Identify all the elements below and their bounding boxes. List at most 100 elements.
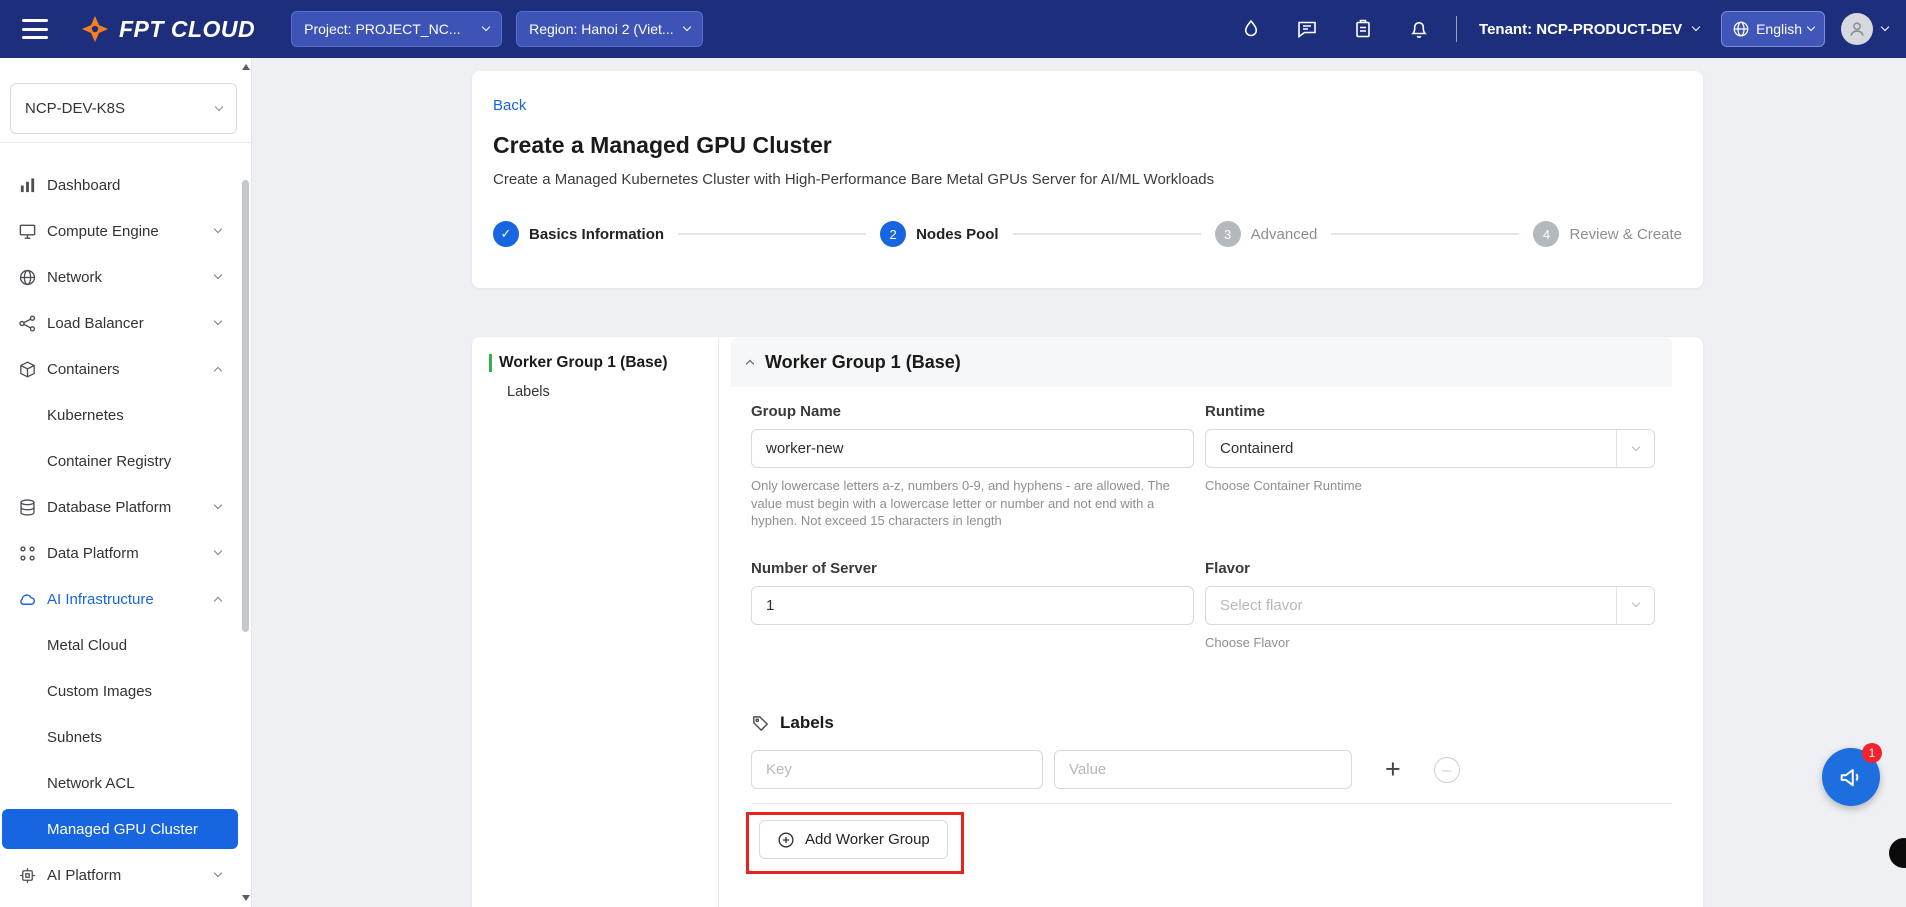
step-number: 2 [880, 221, 906, 247]
number-of-server-label: Number of Server [751, 560, 1194, 577]
chevron-up-icon [214, 367, 222, 375]
dashboard-icon [18, 176, 37, 195]
labels-title: Labels [780, 713, 834, 733]
worker-group-panel-title: Worker Group 1 (Base) [765, 352, 961, 373]
worker-group-form: Group Name Only lowercase letters a-z, n… [731, 387, 1672, 859]
group-name-input[interactable] [751, 429, 1194, 468]
step-basics-information[interactable]: ✓ Basics Information [493, 221, 664, 247]
user-menu[interactable] [1841, 13, 1888, 45]
flavor-select[interactable]: Select flavor [1205, 586, 1655, 625]
sidebar-item-compute-engine[interactable]: Compute Engine [0, 208, 251, 254]
step-review-create[interactable]: 4 Review & Create [1533, 221, 1682, 247]
project-label: Project: PROJECT_NC... [304, 21, 460, 37]
bell-icon[interactable] [1408, 18, 1430, 40]
sidebar-scrollbar[interactable] [241, 58, 250, 907]
stepper-connector [1013, 233, 1201, 235]
runtime-value: Containerd [1206, 440, 1307, 457]
network-globe-icon [18, 268, 37, 287]
sidebar: NCP-DEV-K8S Dashboard Compute Engine Net… [0, 58, 252, 907]
page-subtitle: Create a Managed Kubernetes Cluster with… [493, 171, 1682, 188]
main-content: Back Create a Managed GPU Cluster Create… [252, 58, 1906, 907]
sidebar-item-ai-platform[interactable]: AI Platform [0, 852, 251, 898]
globe-icon [1732, 20, 1750, 38]
group-name-help: Only lowercase letters a-z, numbers 0-9,… [751, 477, 1194, 530]
collapse-chevron-up-icon[interactable] [746, 360, 754, 368]
chevron-down-icon [215, 102, 223, 110]
scroll-up-arrow[interactable] [242, 64, 250, 70]
plus-circle-icon [777, 831, 795, 849]
label-key-input[interactable] [751, 750, 1043, 789]
survey-clipboard-icon[interactable] [1352, 18, 1374, 40]
worker-group-panel: Worker Group 1 (Base) Group Name Only lo… [731, 337, 1672, 907]
remove-label-minus-circle-icon[interactable]: – [1434, 757, 1460, 783]
sidebar-divider [0, 142, 251, 143]
step-advanced[interactable]: 3 Advanced [1215, 221, 1318, 247]
announcement-fab[interactable]: 1 [1822, 748, 1880, 806]
label-key-value-row: + – [751, 750, 1672, 789]
worker-group-panel-header[interactable]: Worker Group 1 (Base) [731, 337, 1672, 387]
sidebar-item-kubernetes[interactable]: Kubernetes [0, 392, 251, 438]
avatar [1841, 13, 1873, 45]
sidebar-item-network[interactable]: Network [0, 254, 251, 300]
database-icon [18, 498, 37, 517]
section-divider [751, 803, 1672, 804]
runtime-select[interactable]: Containerd [1205, 429, 1655, 468]
add-label-plus-icon[interactable]: + [1385, 756, 1401, 783]
scrollbar-thumb[interactable] [242, 180, 249, 632]
step-number: 3 [1215, 221, 1241, 247]
sidebar-item-subnets[interactable]: Subnets [0, 714, 251, 760]
sidebar-item-database-platform[interactable]: Database Platform [0, 484, 251, 530]
sidebar-item-ai-infrastructure[interactable]: AI Infrastructure [0, 576, 251, 622]
sidebar-item-containers[interactable]: Containers [0, 346, 251, 392]
labels-section: Labels + – [751, 713, 1672, 789]
sidebar-item-dashboard[interactable]: Dashboard [0, 162, 251, 208]
containers-box-icon [18, 360, 37, 379]
tenant-label: Tenant: NCP-PRODUCT-DEV [1479, 21, 1682, 38]
sidebar-item-custom-images[interactable]: Custom Images [0, 668, 251, 714]
step-nodes-pool[interactable]: 2 Nodes Pool [880, 221, 999, 247]
chevron-down-icon [214, 317, 222, 325]
tenant-dropdown[interactable]: Tenant: NCP-PRODUCT-DEV [1479, 21, 1699, 38]
runtime-label: Runtime [1205, 403, 1655, 420]
navbar-separator [1456, 16, 1457, 42]
number-of-server-input[interactable] [751, 586, 1194, 625]
chevron-down-icon [683, 23, 691, 31]
tag-icon [751, 714, 770, 733]
notification-badge: 1 [1862, 743, 1882, 763]
add-worker-group-button[interactable]: Add Worker Group [759, 820, 948, 859]
scroll-down-arrow[interactable] [242, 895, 250, 901]
cluster-select[interactable]: NCP-DEV-K8S [10, 83, 237, 134]
sidebar-item-container-registry[interactable]: Container Registry [0, 438, 251, 484]
sidebar-item-managed-gpu-cluster[interactable]: Managed GPU Cluster [2, 809, 238, 849]
top-navbar: FPT CLOUD Project: PROJECT_NC... Region:… [0, 0, 1906, 58]
language-dropdown[interactable]: English [1721, 11, 1825, 47]
wizard-stepper: ✓ Basics Information 2 Nodes Pool 3 Adva… [493, 221, 1682, 247]
back-link[interactable]: Back [493, 97, 526, 114]
feedback-chat-icon[interactable] [1296, 18, 1318, 40]
water-drop-icon[interactable] [1240, 18, 1262, 40]
region-dropdown[interactable]: Region: Hanoi 2 (Viet... [516, 11, 703, 47]
sidebar-item-data-platform[interactable]: Data Platform [0, 530, 251, 576]
brand-text: FPT CLOUD [119, 16, 255, 43]
worker-group-nav: Worker Group 1 (Base) Labels [472, 337, 719, 907]
worker-group-nav-item[interactable]: Worker Group 1 (Base) [489, 354, 718, 372]
sidebar-item-network-acl[interactable]: Network ACL [0, 760, 251, 806]
hamburger-menu-icon[interactable] [22, 19, 48, 39]
label-value-input[interactable] [1054, 750, 1352, 789]
chevron-down-icon [214, 547, 222, 555]
sidebar-item-load-balancer[interactable]: Load Balancer [0, 300, 251, 346]
stepper-connector [678, 233, 866, 235]
project-dropdown[interactable]: Project: PROJECT_NC... [291, 11, 502, 47]
load-balancer-icon [18, 314, 37, 333]
step-number: 4 [1533, 221, 1559, 247]
sidebar-item-metal-cloud[interactable]: Metal Cloud [0, 622, 251, 668]
compute-engine-icon [18, 222, 37, 241]
check-icon: ✓ [493, 221, 519, 247]
chevron-up-icon [214, 597, 222, 605]
chevron-down-icon [1616, 430, 1654, 467]
worker-group-nav-labels[interactable]: Labels [507, 384, 718, 400]
flavor-help: Choose Flavor [1205, 634, 1655, 652]
ai-platform-chip-icon [18, 866, 37, 885]
chevron-down-icon [214, 869, 222, 877]
ai-infrastructure-cloud-icon [18, 590, 37, 609]
